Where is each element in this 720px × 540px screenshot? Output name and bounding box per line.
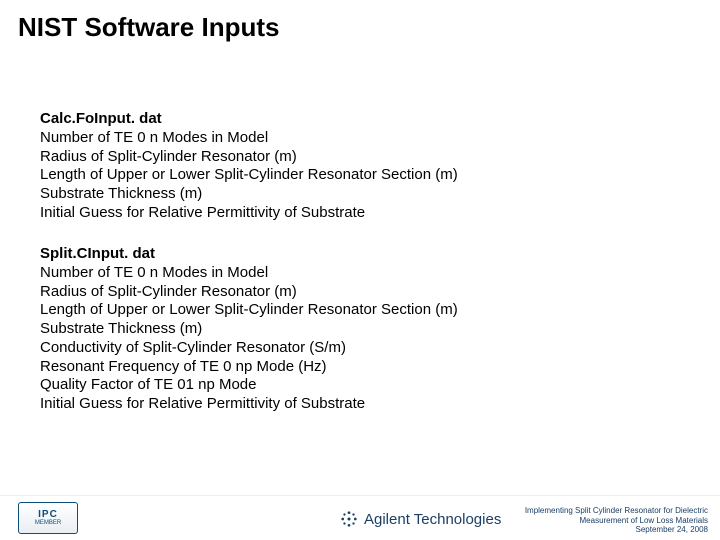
block1-item: Initial Guess for Relative Permittivity … xyxy=(40,204,458,223)
footer-line: Implementing Split Cylinder Resonator fo… xyxy=(525,506,708,515)
footer: IPC MEMBER xyxy=(0,480,720,540)
block2-item: Quality Factor of TE 01 np Mode xyxy=(40,376,458,395)
ipc-member-badge: IPC MEMBER xyxy=(18,502,78,534)
block1-item: Length of Upper or Lower Split-Cylinder … xyxy=(40,166,458,185)
footer-line: September 24, 2008 xyxy=(525,525,708,534)
block2-item: Conductivity of Split-Cylinder Resonator… xyxy=(40,339,458,358)
block2-item: Substrate Thickness (m) xyxy=(40,320,458,339)
block1-heading: Calc.FoInput. dat xyxy=(40,110,458,129)
block2-item: Number of TE 0 n Modes in Model xyxy=(40,264,458,283)
ipc-badge-top: IPC xyxy=(38,510,58,520)
block2-item: Radius of Split-Cylinder Resonator (m) xyxy=(40,283,458,302)
input-block-calcfo: Calc.FoInput. dat Number of TE 0 n Modes… xyxy=(40,110,458,223)
agilent-logo: Agilent Technologies xyxy=(340,510,501,528)
agilent-text: Agilent Technologies xyxy=(364,511,501,528)
block2-heading: Split.CInput. dat xyxy=(40,245,458,264)
block1-item: Number of TE 0 n Modes in Model xyxy=(40,129,458,148)
block2-item: Length of Upper or Lower Split-Cylinder … xyxy=(40,301,458,320)
block2-item: Resonant Frequency of TE 0 np Mode (Hz) xyxy=(40,358,458,377)
block1-item: Substrate Thickness (m) xyxy=(40,185,458,204)
slide-title: NIST Software Inputs xyxy=(18,12,279,43)
ipc-badge-bottom: MEMBER xyxy=(35,520,61,526)
slide: NIST Software Inputs Calc.FoInput. dat N… xyxy=(0,0,720,540)
agilent-spark-icon xyxy=(340,510,358,528)
block2-item: Initial Guess for Relative Permittivity … xyxy=(40,395,458,414)
footer-line: Measurement of Low Loss Materials xyxy=(525,516,708,525)
block1-item: Radius of Split-Cylinder Resonator (m) xyxy=(40,148,458,167)
input-block-splitc: Split.CInput. dat Number of TE 0 n Modes… xyxy=(40,245,458,414)
footer-text: Implementing Split Cylinder Resonator fo… xyxy=(525,506,708,534)
